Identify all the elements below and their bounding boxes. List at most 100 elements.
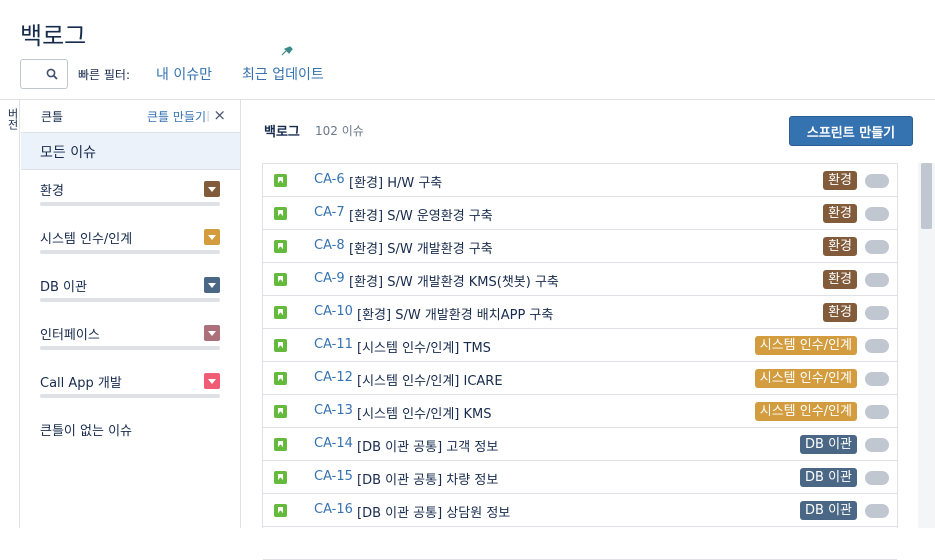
versions-tab[interactable]: 버전 <box>0 100 20 528</box>
epic-progress-bar <box>40 346 220 350</box>
quick-filter-my-issues[interactable]: 내 이슈만 <box>156 64 212 84</box>
chevron-down-icon[interactable] <box>204 373 220 389</box>
estimate-badge[interactable] <box>865 504 889 518</box>
epic-progress-bar <box>40 250 220 254</box>
issue-row[interactable]: CA-12 [시스템 인수/인계] ICARE 시스템 인수/인계 <box>263 362 897 395</box>
chevron-down-icon[interactable] <box>204 325 220 341</box>
chevron-down-icon[interactable] <box>204 229 220 245</box>
issue-row[interactable]: CA-9 [환경] S/W 개발환경 KMS(챗봇) 구축 환경 <box>263 263 897 296</box>
issue-summary: [DB 이관 공통] 차량 정보 <box>357 473 499 488</box>
epic-name: DB 이관 <box>40 280 87 295</box>
story-icon <box>274 471 287 484</box>
epic-badge: 시스템 인수/인계 <box>754 369 857 388</box>
issue-summary: [시스템 인수/인계] ICARE <box>357 374 503 389</box>
epic-name: 환경 <box>40 184 64 199</box>
story-icon <box>274 372 287 385</box>
pin-icon[interactable] <box>281 46 293 56</box>
create-epic-link[interactable]: 큰틀 만들기 <box>147 108 206 125</box>
epic-name: 시스템 인수/인계 <box>40 232 133 247</box>
issue-row[interactable]: CA-7 [환경] S/W 운영환경 구축 환경 <box>263 197 897 230</box>
epic-progress-bar <box>40 202 220 206</box>
issue-summary: [시스템 인수/인계] TMS <box>357 341 491 356</box>
epic-badge: 환경 <box>823 270 857 289</box>
estimate-badge[interactable] <box>865 339 889 353</box>
issue-summary: [환경] S/W 개발환경 배치APP 구축 <box>357 308 554 323</box>
issue-summary: [환경] S/W 개발환경 구축 <box>349 242 493 257</box>
epic-progress-bar <box>40 298 220 302</box>
issue-key-link[interactable]: CA-12 <box>314 370 353 385</box>
issue-summary: [환경] S/W 운영환경 구축 <box>349 209 493 224</box>
epic-badge: 환경 <box>823 204 857 223</box>
epic-progress-bar <box>40 394 220 398</box>
issue-row[interactable]: CA-13 [시스템 인수/인계] KMS 시스템 인수/인계 <box>263 395 897 428</box>
issue-row[interactable]: CA-10 [환경] S/W 개발환경 배치APP 구축 환경 <box>263 296 897 329</box>
issue-row[interactable]: CA-14 [DB 이관 공통] 고객 정보 DB 이관 <box>263 428 897 461</box>
estimate-badge[interactable] <box>865 240 889 254</box>
estimate-badge[interactable] <box>865 273 889 287</box>
issue-key-link[interactable]: CA-11 <box>314 337 353 352</box>
issue-row[interactable]: CA-6 [환경] H/W 구축 환경 <box>263 164 897 197</box>
epic-badge: 시스템 인수/인계 <box>754 402 857 421</box>
search-input[interactable] <box>20 59 68 89</box>
issue-key-link[interactable]: CA-13 <box>314 403 353 418</box>
scrollbar[interactable] <box>918 163 935 528</box>
issue-key-link[interactable]: CA-7 <box>314 205 345 220</box>
story-icon <box>274 273 287 286</box>
epic-item[interactable]: 인터페이스 <box>40 324 220 364</box>
issue-key-link[interactable]: CA-15 <box>314 469 353 484</box>
chevron-down-icon[interactable] <box>204 277 220 293</box>
issue-summary: [DB 이관 공통] 고객 정보 <box>357 440 499 455</box>
epic-badge: DB 이관 <box>800 501 857 520</box>
no-epic-issues-item[interactable]: 큰틀이 없는 이슈 <box>40 420 132 439</box>
epic-item[interactable]: 시스템 인수/인계 <box>40 228 220 268</box>
search-icon <box>46 68 58 80</box>
close-icon[interactable]: × <box>213 106 226 124</box>
quick-filter-recent-updates[interactable]: 최근 업데이트 <box>242 64 324 84</box>
story-icon <box>274 207 287 220</box>
epic-badge: 환경 <box>823 171 857 190</box>
estimate-badge[interactable] <box>865 174 889 188</box>
issue-row[interactable]: CA-11 [시스템 인수/인계] TMS 시스템 인수/인계 <box>263 329 897 362</box>
issue-row[interactable]: CA-8 [환경] S/W 개발환경 구축 환경 <box>263 230 897 263</box>
issue-row[interactable] <box>263 527 897 560</box>
epic-badge: 환경 <box>823 237 857 256</box>
issue-summary: [시스템 인수/인계] KMS <box>357 407 492 422</box>
estimate-badge[interactable] <box>865 372 889 386</box>
estimate-badge[interactable] <box>865 306 889 320</box>
epic-item[interactable]: DB 이관 <box>40 276 220 316</box>
scrollbar-thumb[interactable] <box>921 163 932 229</box>
estimate-badge[interactable] <box>865 207 889 221</box>
epic-item[interactable]: Call App 개발 <box>40 372 220 412</box>
issue-row[interactable]: CA-15 [DB 이관 공통] 차량 정보 DB 이관 <box>263 461 897 494</box>
story-icon <box>274 240 287 253</box>
issue-key-link[interactable]: CA-8 <box>314 238 345 253</box>
story-icon <box>274 504 287 517</box>
issue-summary: [DB 이관 공통] 상담원 정보 <box>357 506 511 521</box>
story-icon <box>274 438 287 451</box>
estimate-badge[interactable] <box>865 438 889 452</box>
separator: | <box>206 109 210 122</box>
issue-key-link[interactable]: CA-10 <box>314 304 353 319</box>
epic-panel-heading: 큰틀 <box>41 110 64 124</box>
story-icon <box>274 405 287 418</box>
estimate-badge[interactable] <box>865 405 889 419</box>
issue-summary: [환경] H/W 구축 <box>349 176 443 191</box>
all-issues-item[interactable]: 모든 이슈 <box>21 132 240 170</box>
issue-row[interactable]: CA-16 [DB 이관 공통] 상담원 정보 DB 이관 <box>263 494 897 527</box>
issue-summary: [환경] S/W 개발환경 KMS(챗봇) 구축 <box>349 275 559 290</box>
epic-badge: DB 이관 <box>800 468 857 487</box>
issue-key-link[interactable]: CA-6 <box>314 172 345 187</box>
quick-filter-label: 빠른 필터: <box>78 68 131 82</box>
issue-key-link[interactable]: CA-14 <box>314 436 353 451</box>
epic-item[interactable]: 환경 <box>40 180 220 220</box>
issue-key-link[interactable]: CA-16 <box>314 502 353 517</box>
epic-name: 인터페이스 <box>40 328 100 343</box>
estimate-badge[interactable] <box>865 471 889 485</box>
story-icon <box>274 306 287 319</box>
backlog-issue-count: 102 이슈 <box>315 124 364 138</box>
issue-key-link[interactable]: CA-9 <box>314 271 345 286</box>
create-sprint-button[interactable]: 스프린트 만들기 <box>789 116 913 146</box>
epic-name: Call App 개발 <box>40 376 122 391</box>
story-icon <box>274 174 287 187</box>
chevron-down-icon[interactable] <box>204 181 220 197</box>
